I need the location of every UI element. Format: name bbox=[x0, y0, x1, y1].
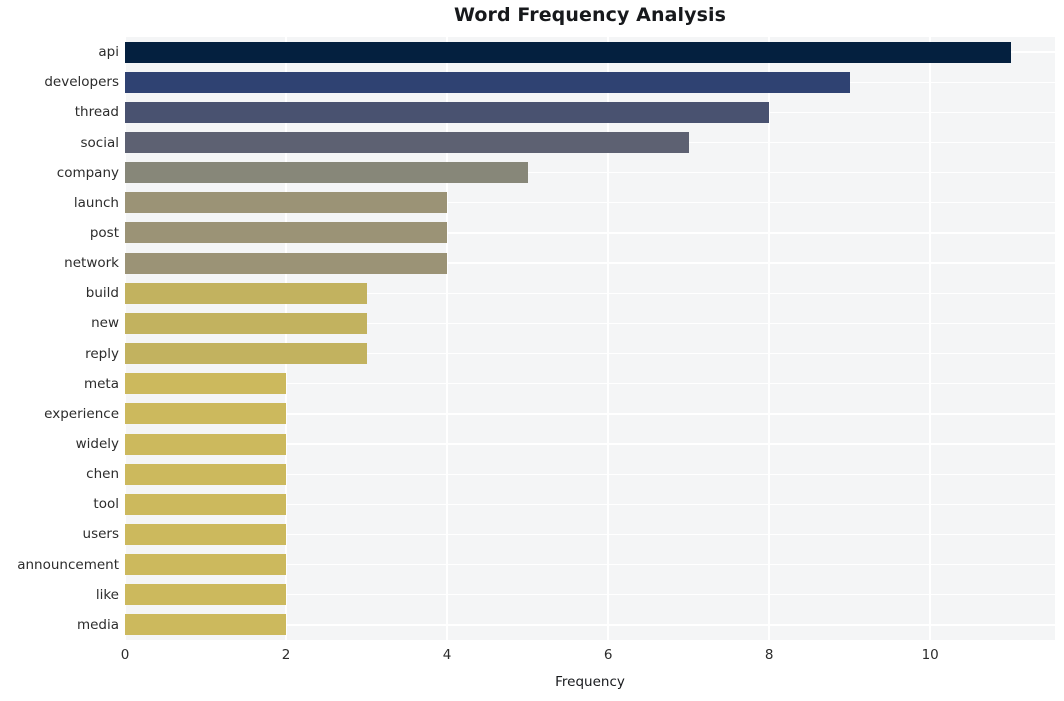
y-tick-label-network: network bbox=[64, 255, 119, 272]
y-tick-label-build: build bbox=[85, 285, 119, 302]
bar-api[interactable] bbox=[125, 41, 1011, 63]
y-tick-label-like: like bbox=[95, 586, 119, 603]
x-tick-label-0: 0 bbox=[120, 647, 130, 663]
bar-like[interactable] bbox=[125, 584, 287, 606]
x-tick-label-10: 10 bbox=[921, 647, 939, 663]
y-tick-label-users: users bbox=[82, 526, 119, 543]
y-tick-label-announcement: announcement bbox=[17, 556, 119, 573]
gridline-vertical-3 bbox=[607, 37, 609, 640]
x-tick-label-8: 8 bbox=[764, 647, 774, 663]
bar-company[interactable] bbox=[125, 162, 528, 184]
bar-social[interactable] bbox=[125, 132, 689, 154]
bar-meta[interactable] bbox=[125, 373, 287, 395]
y-tick-label-experience: experience bbox=[44, 405, 119, 422]
chart-figure: Word Frequency Analysis api developers thr… bbox=[0, 0, 1064, 701]
bar-experience[interactable] bbox=[125, 403, 287, 425]
x-tick-label-6: 6 bbox=[603, 647, 613, 663]
bar-media[interactable] bbox=[125, 614, 287, 636]
bar-launch[interactable] bbox=[125, 192, 448, 214]
bar-new[interactable] bbox=[125, 312, 367, 334]
bar-network[interactable] bbox=[125, 252, 448, 274]
gridline-vertical-4 bbox=[768, 37, 770, 640]
y-tick-label-widely: widely bbox=[75, 436, 119, 453]
y-axis-tick-labels: api developers thread social company launch po… bbox=[0, 37, 119, 640]
bar-reply[interactable] bbox=[125, 343, 367, 365]
x-tick-label-2: 2 bbox=[281, 647, 291, 663]
y-tick-label-api: api bbox=[98, 44, 119, 61]
bar-chen[interactable] bbox=[125, 463, 287, 485]
y-tick-label-chen: chen bbox=[86, 466, 119, 483]
gridline-vertical-2 bbox=[446, 37, 448, 640]
y-tick-label-thread: thread bbox=[74, 104, 119, 121]
y-tick-label-new: new bbox=[91, 315, 119, 332]
bar-widely[interactable] bbox=[125, 433, 287, 455]
gridline-vertical-5 bbox=[929, 37, 931, 640]
y-tick-label-developers: developers bbox=[44, 74, 119, 91]
plot-area bbox=[125, 37, 1055, 640]
y-tick-label-media: media bbox=[76, 616, 119, 633]
y-tick-label-meta: meta bbox=[83, 375, 119, 392]
y-tick-label-tool: tool bbox=[93, 496, 119, 513]
y-tick-label-post: post bbox=[89, 224, 119, 241]
bar-announcement[interactable] bbox=[125, 554, 287, 576]
y-tick-label-company: company bbox=[56, 164, 119, 181]
bar-build[interactable] bbox=[125, 282, 367, 304]
gridline-vertical-0 bbox=[125, 37, 126, 640]
y-tick-label-reply: reply bbox=[85, 345, 119, 362]
y-tick-label-social: social bbox=[80, 134, 120, 151]
gridline-vertical-1 bbox=[285, 37, 287, 640]
bar-tool[interactable] bbox=[125, 493, 287, 515]
y-tick-label-launch: launch bbox=[73, 194, 119, 211]
x-axis-tick-labels: 0 2 4 6 8 10 bbox=[121, 640, 1055, 668]
x-tick-label-4: 4 bbox=[442, 647, 452, 663]
chart-title: Word Frequency Analysis bbox=[453, 4, 727, 26]
bar-post[interactable] bbox=[125, 222, 448, 244]
bar-users[interactable] bbox=[125, 523, 287, 545]
bar-thread[interactable] bbox=[125, 101, 770, 123]
bar-developers[interactable] bbox=[125, 71, 850, 93]
x-axis-label: Frequency bbox=[555, 674, 625, 690]
